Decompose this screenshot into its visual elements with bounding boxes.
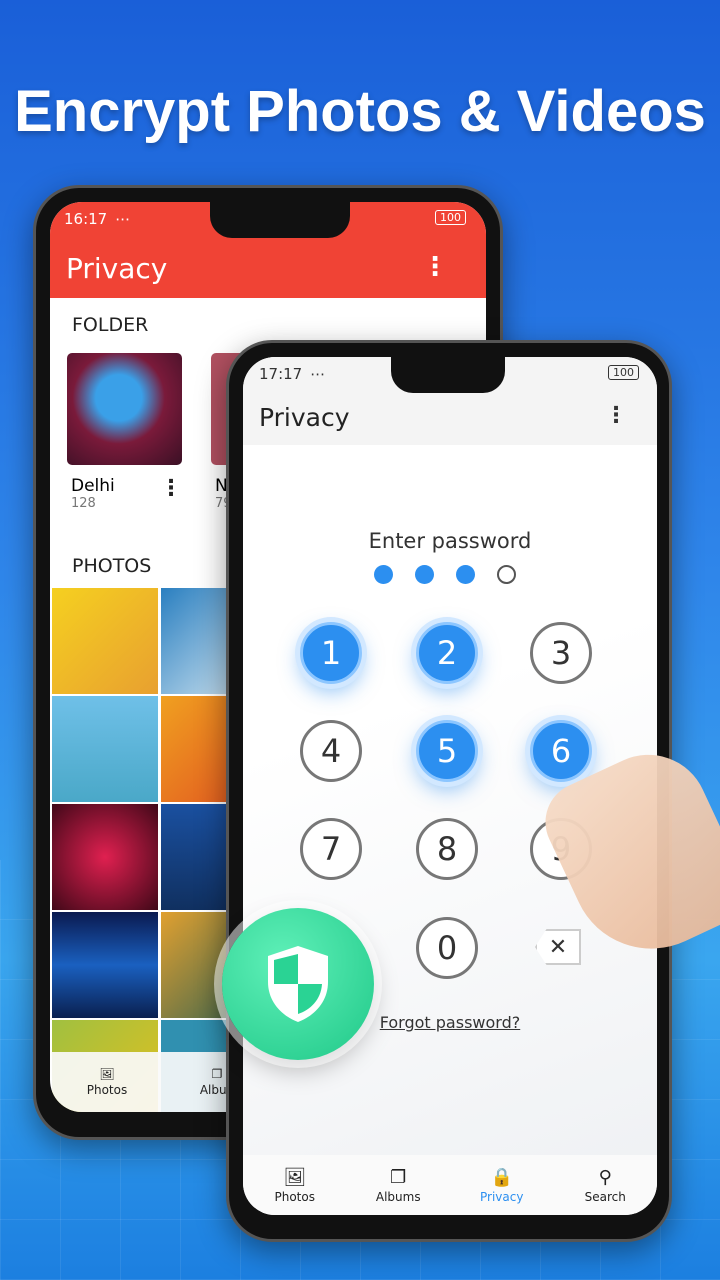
nav-search[interactable]: ⚲ Search	[554, 1155, 658, 1215]
folder-thumb[interactable]	[67, 353, 182, 465]
key-0[interactable]: 0	[416, 917, 478, 979]
photo-thumb[interactable]	[52, 696, 158, 802]
photo-thumb[interactable]	[52, 588, 158, 694]
notch	[391, 357, 505, 393]
app-title: Privacy	[259, 403, 350, 432]
photos-header: PHOTOS	[72, 555, 152, 577]
notch	[210, 202, 350, 238]
more-icon[interactable]: ⋮	[422, 254, 448, 280]
nav-label: Privacy	[480, 1189, 524, 1204]
nav-photos[interactable]: 🖼 Photos	[52, 1052, 162, 1112]
photo-thumb[interactable]	[52, 804, 158, 910]
key-3[interactable]: 3	[530, 622, 592, 684]
folder-more-icon[interactable]: ⋮	[160, 478, 182, 500]
photo-thumb[interactable]	[52, 912, 158, 1018]
folder-header: FOLDER	[72, 314, 149, 336]
more-icon[interactable]: ⋮	[605, 405, 627, 427]
key-6[interactable]: 6	[530, 720, 592, 782]
status-time: 16:17	[64, 210, 108, 228]
shield-badge	[222, 908, 374, 1060]
search-icon: ⚲	[598, 1166, 612, 1188]
nav-privacy[interactable]: 🔒 Privacy	[450, 1155, 554, 1215]
headline: Encrypt Photos & Videos	[14, 79, 706, 144]
key-2[interactable]: 2	[416, 622, 478, 684]
nav-label: Albums	[375, 1189, 421, 1204]
password-dot	[415, 565, 434, 584]
password-dot	[456, 565, 475, 584]
albums-icon: ❐	[390, 1166, 407, 1188]
albums-icon: ❐	[211, 1067, 223, 1081]
bottom-nav: 🖼 Photos ❐ Albums 🔒 Privacy ⚲ Search	[243, 1155, 657, 1215]
nav-photos[interactable]: 🖼 Photos	[243, 1155, 347, 1215]
key-1[interactable]: 1	[300, 622, 362, 684]
nav-label: Photos	[86, 1083, 128, 1097]
key-7[interactable]: 7	[300, 818, 362, 880]
key-8[interactable]: 8	[416, 818, 478, 880]
key-4[interactable]: 4	[300, 720, 362, 782]
battery: 100	[435, 210, 466, 225]
app-title: Privacy	[66, 252, 168, 285]
nav-albums[interactable]: ❐ Albums	[347, 1155, 451, 1215]
password-dot	[497, 565, 516, 584]
nav-label: Photos	[274, 1189, 315, 1204]
backspace-icon[interactable]: ✕	[535, 929, 581, 965]
status-bar: 17:17 ⋯	[259, 365, 326, 383]
battery: 100	[608, 365, 639, 380]
lock-icon: 🔒	[490, 1166, 513, 1188]
status-time: 17:17	[259, 365, 303, 383]
image-icon: 🖼	[99, 1067, 115, 1081]
status-bar: 16:17 ⋯	[64, 210, 131, 228]
password-prompt: Enter password	[368, 529, 532, 553]
folder-count: 128	[71, 496, 96, 511]
key-5[interactable]: 5	[416, 720, 478, 782]
folder-name: Delhi	[71, 476, 115, 496]
nav-label: Search	[584, 1189, 626, 1204]
shield-icon	[268, 946, 328, 1022]
password-dot	[374, 565, 393, 584]
image-icon: 🖼	[283, 1166, 307, 1188]
